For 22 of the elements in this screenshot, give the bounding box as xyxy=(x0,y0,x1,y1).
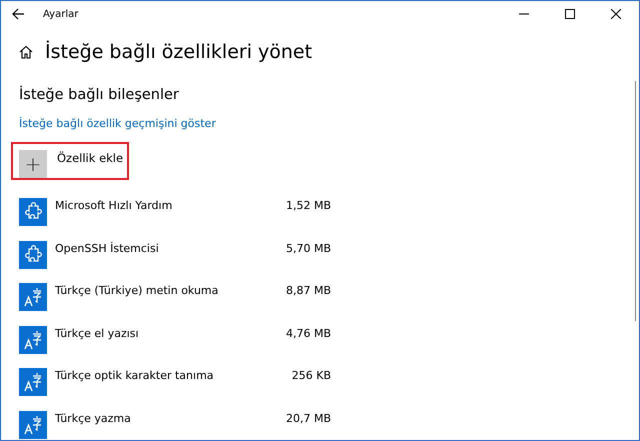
feature-size: 8,87 MB xyxy=(286,284,331,297)
maximize-icon[interactable] xyxy=(565,9,575,19)
add-feature-button[interactable]: + Özellik ekle xyxy=(19,150,124,178)
feature-size: 4,76 MB xyxy=(286,326,331,340)
feature-name[interactable]: Türkçe (Türkiye) metin okuma xyxy=(55,284,286,297)
window-title: Ayarlar xyxy=(43,8,78,20)
home-icon[interactable] xyxy=(19,45,33,59)
scrollbar[interactable] xyxy=(635,81,636,321)
close-icon[interactable] xyxy=(611,9,621,19)
feature-size: 256 KB xyxy=(292,369,331,382)
feature-name[interactable]: OpenSSH İstemcisi xyxy=(55,242,286,254)
feature-size: 1,52 MB xyxy=(286,199,331,212)
feature-name[interactable]: Türkçe el yazısı xyxy=(55,326,286,340)
back-arrow-icon[interactable] xyxy=(11,7,25,21)
section-title: İsteğe bağlı bileşenler xyxy=(19,87,180,103)
feature-name[interactable]: Türkçe yazma xyxy=(55,412,286,424)
feature-size: 20,7 MB xyxy=(286,412,331,424)
feature-size: 5,70 MB xyxy=(286,242,331,254)
history-link[interactable]: İsteğe bağlı özellik geçmişini göster xyxy=(19,117,216,130)
feature-name[interactable]: Türkçe optik karakter tanıma xyxy=(55,369,292,382)
feature-name[interactable]: Microsoft Hızlı Yardım xyxy=(55,199,286,212)
page-title: İsteğe bağlı özellikleri yönet xyxy=(45,41,312,63)
